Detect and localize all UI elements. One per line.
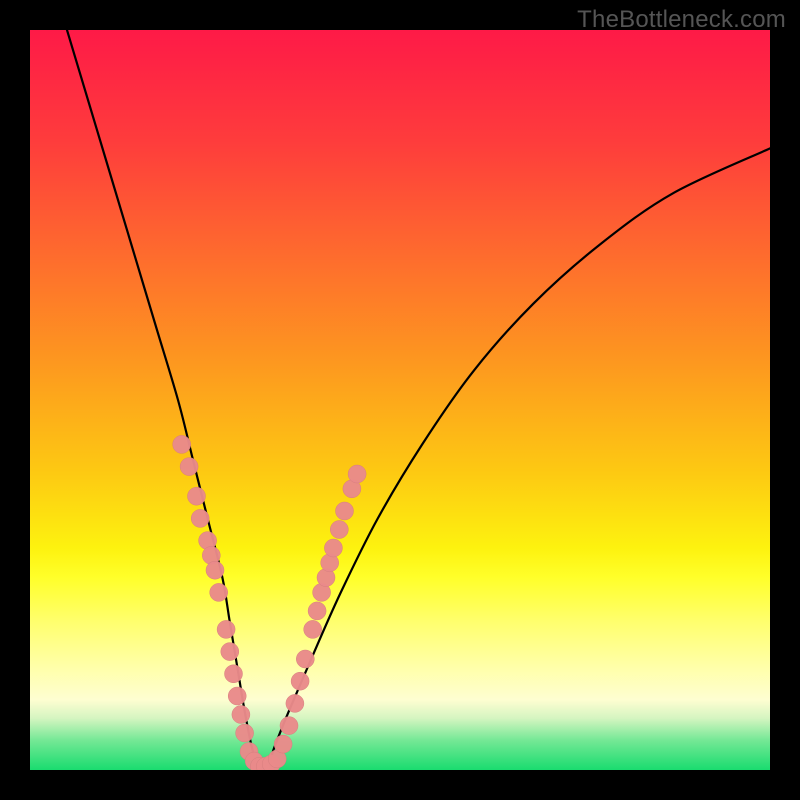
marker-dot xyxy=(274,735,292,753)
curve-layer xyxy=(30,30,770,770)
marker-dot xyxy=(180,458,198,476)
marker-dot xyxy=(336,502,354,520)
marker-dot xyxy=(324,539,342,557)
marker-dot xyxy=(228,687,246,705)
marker-dot xyxy=(232,706,250,724)
marker-dot xyxy=(188,487,206,505)
marker-dot xyxy=(236,724,254,742)
marker-dot xyxy=(173,435,191,453)
bottleneck-curve xyxy=(67,30,770,770)
marker-dot xyxy=(191,509,209,527)
chart-frame: TheBottleneck.com xyxy=(0,0,800,800)
marker-dot xyxy=(291,672,309,690)
marker-dot xyxy=(221,643,239,661)
plot-area xyxy=(30,30,770,770)
marker-dot xyxy=(286,694,304,712)
marker-dot xyxy=(330,521,348,539)
marker-dot xyxy=(304,620,322,638)
watermark-text: TheBottleneck.com xyxy=(577,6,786,34)
marker-dot xyxy=(210,583,228,601)
marker-dot xyxy=(206,561,224,579)
marker-dot xyxy=(348,465,366,483)
marker-dot xyxy=(296,650,314,668)
marker-dot xyxy=(280,717,298,735)
marker-dot xyxy=(308,602,326,620)
marker-dot xyxy=(225,665,243,683)
marker-dot xyxy=(217,620,235,638)
